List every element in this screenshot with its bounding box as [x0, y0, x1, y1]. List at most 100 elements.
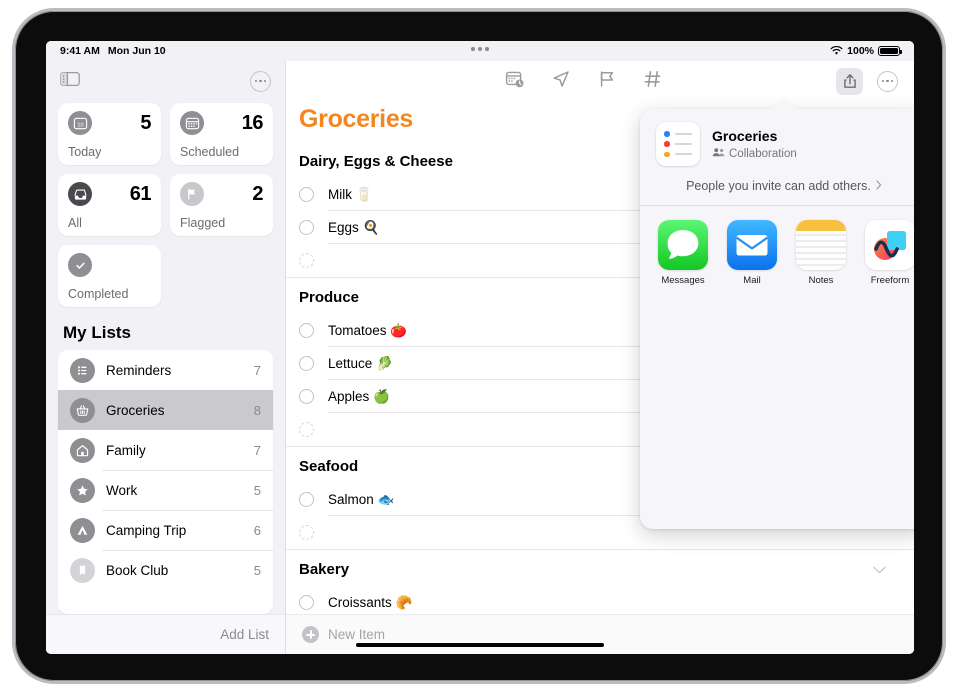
house-icon	[70, 437, 95, 463]
reminder-text: Salmon 🐟	[328, 491, 395, 507]
complete-circle-icon[interactable]	[299, 389, 314, 404]
share-app-row[interactable]: Messages Mail Notes Freeform	[640, 206, 914, 286]
checkmark-circle-icon	[68, 253, 92, 277]
complete-circle-icon[interactable]	[299, 492, 314, 507]
my-lists-heading: My Lists	[63, 323, 132, 342]
main-toolbar	[286, 61, 914, 101]
share-target-freeform[interactable]: Freeform	[865, 220, 914, 286]
complete-circle-icon[interactable]	[299, 187, 314, 202]
messages-app-icon	[658, 220, 708, 270]
permission-text: People you invite can add others.	[686, 179, 871, 193]
chevron-right-icon	[876, 179, 882, 193]
reminder-text: Apples 🍏	[328, 388, 390, 404]
reminder-text: Croissants 🥐	[328, 594, 413, 610]
share-target-label: Messages	[661, 275, 705, 286]
list-bullet-icon	[70, 357, 95, 383]
status-date: Mon Jun 10	[107, 45, 166, 57]
smart-card-today[interactable]: 10 5 Today	[58, 103, 161, 165]
smart-card-flagged[interactable]: 2 Flagged	[170, 174, 273, 236]
calendar-icon	[180, 111, 204, 135]
permission-row[interactable]: People you invite can add others.	[656, 166, 912, 205]
sidebar-item-count: 5	[253, 482, 261, 498]
share-target-label: Freeform	[870, 275, 910, 286]
complete-circle-icon[interactable]	[299, 323, 314, 338]
complete-circle-icon[interactable]	[299, 422, 314, 437]
reminder-text: Tomatoes 🍅	[328, 322, 408, 338]
plus-circle-icon[interactable]	[302, 626, 319, 643]
smart-card-label: Today	[68, 145, 102, 159]
sidebar-item-reminders[interactable]: Reminders 7	[58, 350, 273, 390]
complete-circle-icon[interactable]	[299, 595, 314, 610]
complete-circle-icon[interactable]	[299, 220, 314, 235]
battery-percent: 100%	[847, 45, 874, 57]
share-popover: Groceries Collaboration People you invit…	[640, 109, 914, 529]
smart-card-count: 16	[241, 112, 264, 134]
new-item-label: New Item	[328, 627, 386, 642]
more-circle-icon[interactable]	[877, 70, 898, 92]
freeform-app-icon	[865, 220, 914, 270]
sidebar-item-count: 6	[253, 522, 261, 538]
complete-circle-icon[interactable]	[299, 356, 314, 371]
sidebar-item-count: 5	[253, 562, 261, 578]
status-time: 9:41 AM	[60, 45, 100, 57]
notes-app-icon	[796, 220, 846, 270]
star-icon	[70, 477, 95, 503]
hashtag-icon[interactable]	[643, 69, 663, 94]
complete-circle-icon[interactable]	[299, 253, 314, 268]
multitask-dots-icon[interactable]	[471, 47, 489, 51]
more-circle-icon[interactable]	[250, 70, 271, 92]
tent-icon	[70, 517, 95, 543]
tray-icon	[68, 182, 92, 206]
sidebar-item-work[interactable]: Work 5	[58, 470, 273, 510]
reminder-text: Eggs 🍳	[328, 219, 380, 235]
wifi-icon	[830, 46, 843, 56]
ipad-screen: 9:41 AM Mon Jun 10 100% 10 5 Today 16 Sc…	[46, 41, 914, 654]
smart-card-count: 5	[140, 112, 151, 134]
sidebar-item-camping-trip[interactable]: Camping Trip 6	[58, 510, 273, 550]
reminder-text: Lettuce 🥬	[328, 355, 393, 371]
sidebar-item-count: 8	[253, 402, 261, 418]
reminder-item[interactable]: Croissants 🥐	[299, 586, 914, 614]
sidebar-item-groceries[interactable]: Groceries 8	[58, 390, 273, 430]
home-indicator	[356, 643, 604, 647]
flag-icon[interactable]	[597, 69, 617, 94]
sidebar-item-label: Camping Trip	[106, 522, 187, 538]
share-target-messages[interactable]: Messages	[658, 220, 708, 286]
sidebar-item-label: Work	[106, 482, 138, 498]
reminders-app-icon	[656, 122, 700, 166]
mail-app-icon	[727, 220, 777, 270]
smart-card-all[interactable]: 61 All	[58, 174, 161, 236]
calendar-clock-icon[interactable]	[505, 69, 525, 94]
sidebar-item-label: Book Club	[106, 562, 169, 578]
add-list-button[interactable]: Add List	[220, 627, 269, 642]
ipad-device-frame: 9:41 AM Mon Jun 10 100% 10 5 Today 16 Sc…	[12, 8, 946, 684]
sidebar-item-book-club[interactable]: Book Club 5	[58, 550, 273, 590]
sidebar-toggle-icon[interactable]	[60, 71, 80, 92]
people-icon	[712, 147, 725, 160]
new-item-bar[interactable]: New Item	[286, 614, 914, 654]
popover-header: Groceries Collaboration People you invit…	[640, 109, 914, 205]
smart-card-count: 2	[252, 183, 263, 205]
smart-card-completed[interactable]: Completed	[58, 245, 161, 307]
share-target-mail[interactable]: Mail	[727, 220, 777, 286]
battery-icon	[878, 46, 902, 56]
popover-title: Groceries	[712, 128, 778, 144]
section-heading-row: Bakery	[299, 550, 914, 586]
sidebar-item-family[interactable]: Family 7	[58, 430, 273, 470]
location-arrow-icon[interactable]	[551, 69, 571, 94]
share-target-notes[interactable]: Notes	[796, 220, 846, 286]
smart-card-label: Completed	[68, 287, 129, 301]
smart-card-scheduled[interactable]: 16 Scheduled	[170, 103, 273, 165]
smart-lists-grid: 10 5 Today 16 Scheduled 61 All 2 Flagged…	[46, 101, 285, 307]
share-target-label: Mail	[743, 275, 761, 286]
share-target-label: Notes	[808, 275, 834, 286]
share-icon[interactable]	[836, 67, 863, 95]
bookmark-icon	[70, 557, 95, 583]
sidebar: 10 5 Today 16 Scheduled 61 All 2 Flagged…	[46, 61, 286, 654]
basket-icon	[70, 397, 95, 423]
sidebar-toolbar	[46, 61, 285, 101]
complete-circle-icon[interactable]	[299, 525, 314, 540]
chevron-down-icon[interactable]	[873, 561, 886, 578]
sidebar-footer: Add List	[46, 614, 285, 654]
my-lists-card: Reminders 7 Groceries 8 Family 7 Work 5 …	[58, 350, 273, 614]
